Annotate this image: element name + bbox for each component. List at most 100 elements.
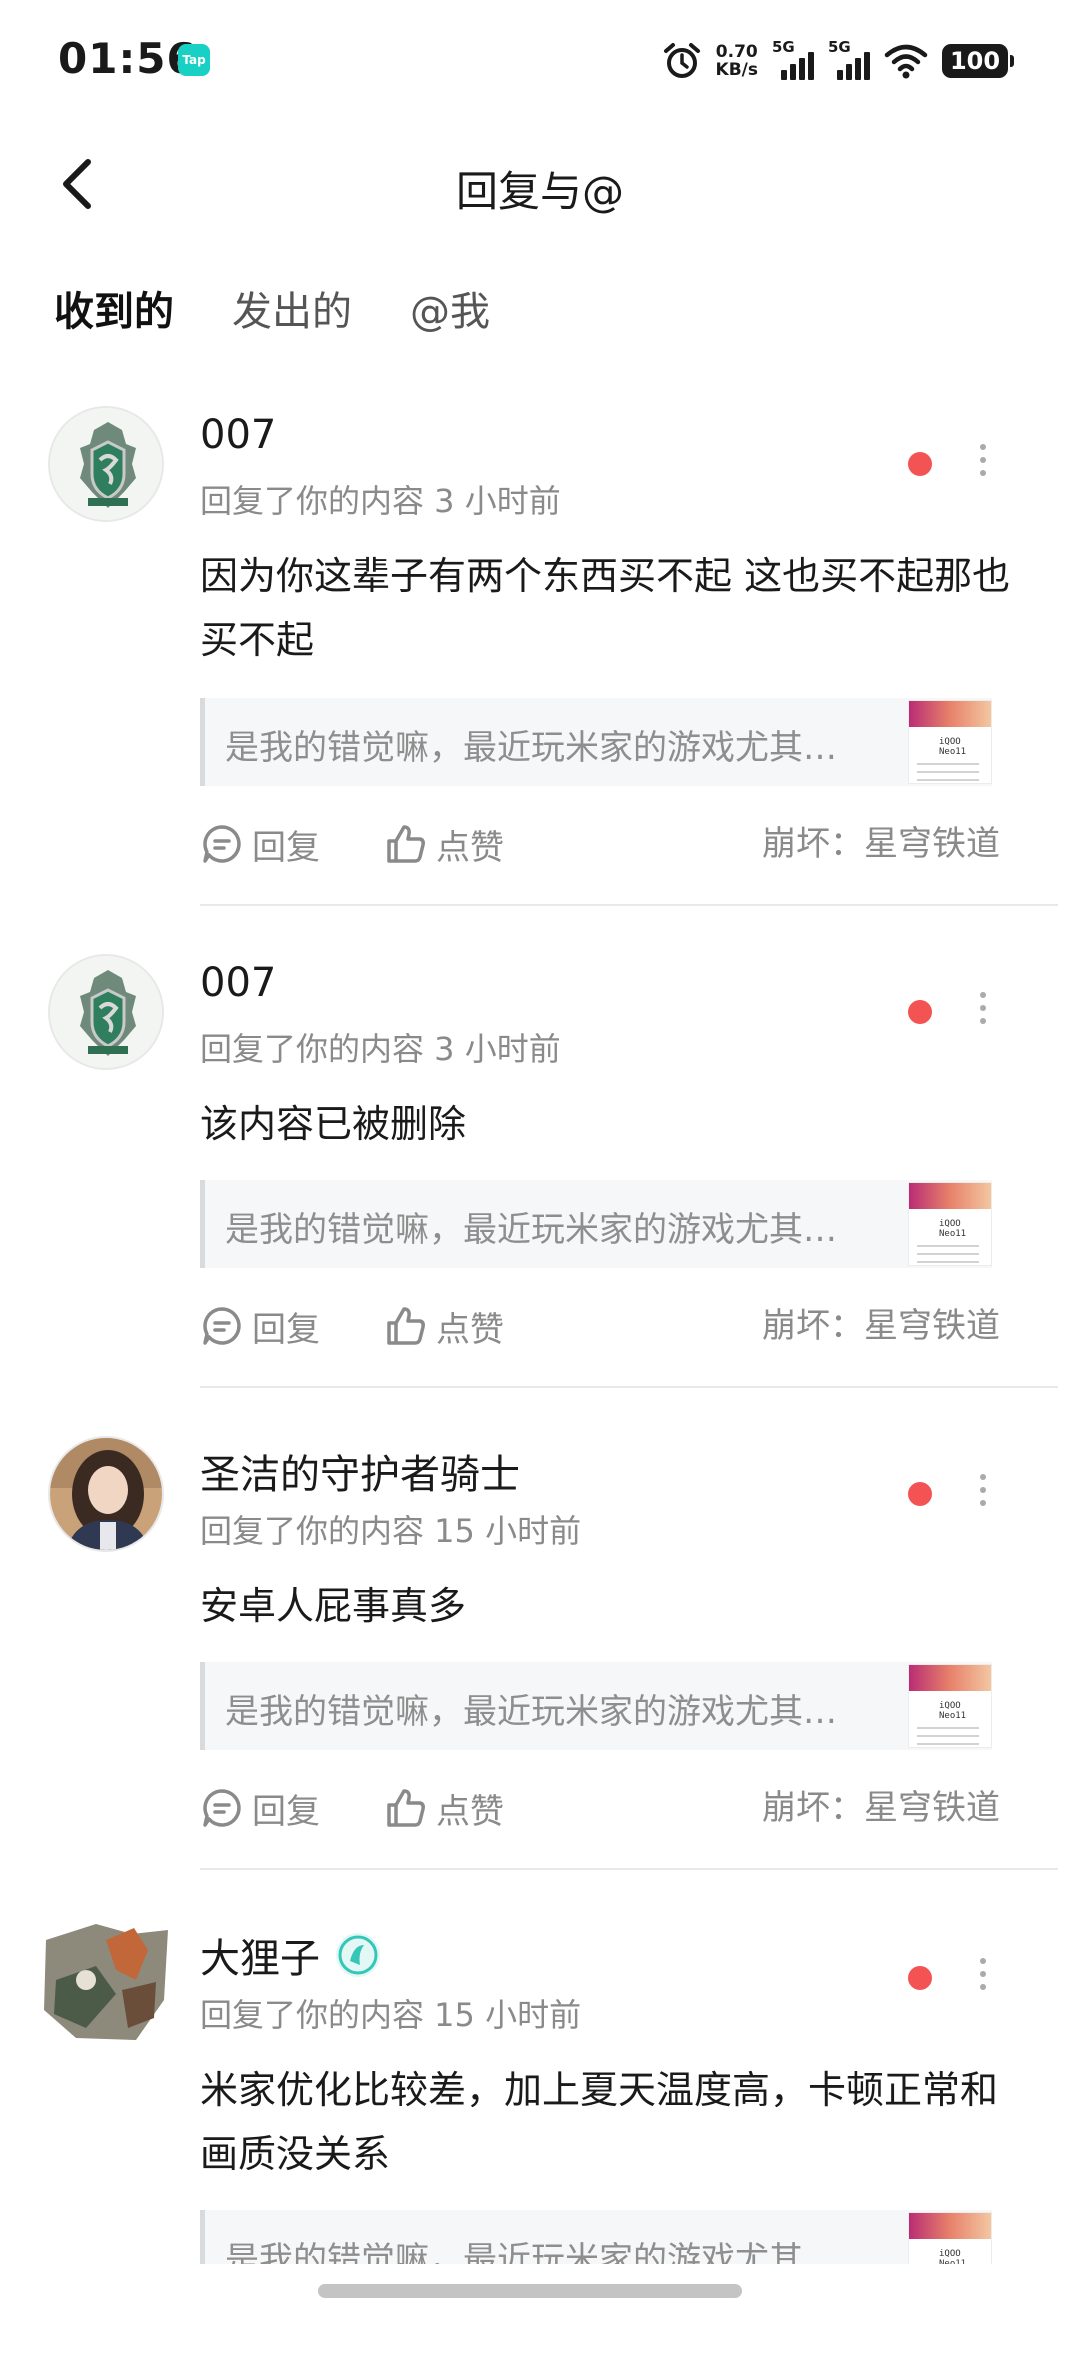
more-vertical-icon[interactable]	[975, 1474, 991, 1514]
quoted-post-thumbnail: iQOO Neo11	[908, 700, 992, 784]
quoted-post-thumbnail: iQOO Neo11	[908, 1664, 992, 1748]
photo-avatar	[50, 1438, 162, 1550]
user-name[interactable]: 007	[200, 960, 276, 1006]
battery-icon: 100	[942, 44, 1014, 78]
quoted-post[interactable]: 是我的错觉嘛，最近玩米家的游戏尤其… iQOO Neo11	[200, 1180, 992, 1268]
action-row: 回复 点赞 崩坏：星穹铁道	[200, 814, 1020, 874]
signal-icon: 5G	[772, 38, 814, 82]
user-name[interactable]: 大狸子	[200, 1926, 320, 1984]
reply-content: 安卓人屁事真多	[200, 1584, 467, 1628]
list-item[interactable]: 007 回复了你的内容 3 小时前 因为你这辈子有两个东西买不起 这也买不起那也…	[0, 400, 1080, 910]
avatar[interactable]	[48, 406, 164, 522]
thumbnail-label: iQOO Neo11	[939, 1219, 967, 1239]
thumbnail-label: iQOO Neo11	[939, 1701, 967, 1721]
action-row: 回复 点赞 崩坏：星穹铁道	[200, 1296, 1020, 1356]
status-icons: 0.70 KB/s 5G 5G 100	[662, 36, 1014, 86]
like-label: 点赞	[436, 1791, 504, 1832]
tab-bar: 收到的 发出的 @我	[54, 282, 490, 362]
unread-dot	[908, 1000, 932, 1024]
reply-button[interactable]: 回复	[200, 814, 320, 874]
quoted-post-thumbnail: iQOO Neo11	[908, 1182, 992, 1266]
name-row: 007	[200, 960, 276, 1006]
reply-button[interactable]: 回复	[200, 1296, 320, 1356]
quoted-post-text: 是我的错觉嘛，最近玩米家的游戏尤其…	[225, 2240, 837, 2264]
reply-label: 回复	[252, 1791, 320, 1832]
avatar[interactable]	[36, 1910, 176, 2050]
list-item[interactable]: 大狸子 回复了你的内容 15 小时前 米家优化比较差，加上夏天温度高，卡顿正常和…	[0, 1910, 1080, 2264]
crest-avatar	[50, 956, 162, 1068]
crest-avatar	[50, 408, 162, 520]
game-tag[interactable]: 崩坏：星穹铁道	[762, 814, 1000, 874]
tab-sent[interactable]: 发出的	[232, 282, 352, 342]
user-name[interactable]: 007	[200, 412, 276, 458]
like-label: 点赞	[436, 827, 504, 868]
tab-mentions[interactable]: @我	[410, 282, 490, 342]
action-row: 回复 点赞 崩坏：星穹铁道	[200, 1778, 1020, 1838]
art-avatar	[36, 1910, 176, 2050]
comment-icon	[203, 825, 241, 863]
divider	[200, 1868, 1058, 1870]
name-row: 大狸子	[200, 1926, 382, 1984]
thumbnail-label: iQOO Neo11	[939, 737, 967, 757]
list-item[interactable]: 007 回复了你的内容 3 小时前 该内容已被删除 是我的错觉嘛，最近玩米家的游…	[0, 948, 1080, 1434]
unread-dot	[908, 452, 932, 476]
tab-received-label: 收到的	[54, 289, 174, 335]
unread-dot	[908, 1966, 932, 1990]
reply-content: 因为你这辈子有两个东西买不起 这也买不起那也买不起	[200, 554, 1011, 662]
like-label: 点赞	[436, 1309, 504, 1350]
tap-app-icon: Tap	[178, 44, 210, 76]
thumbnail-label: iQOO Neo11	[939, 2249, 967, 2264]
thumbs-up-icon	[387, 1789, 425, 1827]
reply-button[interactable]: 回复	[200, 1778, 320, 1838]
quoted-post[interactable]: 是我的错觉嘛，最近玩米家的游戏尤其… iQOO Neo11	[200, 698, 992, 786]
home-indicator[interactable]	[318, 2284, 742, 2298]
reply-meta: 回复了你的内容 15 小时前	[200, 1996, 582, 2034]
network-speed: 0.70 KB/s	[716, 43, 758, 79]
avatar[interactable]	[48, 1436, 164, 1552]
reply-label: 回复	[252, 1309, 320, 1350]
tab-mentions-label: @我	[410, 289, 490, 335]
like-button[interactable]: 点赞	[384, 814, 504, 874]
divider	[200, 1386, 1058, 1388]
reply-meta: 回复了你的内容 3 小时前	[200, 482, 561, 520]
name-row: 007	[200, 412, 276, 458]
game-tag[interactable]: 崩坏：星穹铁道	[762, 1778, 1000, 1838]
wifi-icon	[884, 44, 928, 79]
tab-sent-label: 发出的	[232, 289, 352, 335]
verified-icon	[336, 1933, 380, 1977]
alarm-icon	[663, 43, 700, 78]
divider	[200, 904, 1058, 906]
comment-icon	[203, 1307, 241, 1345]
reply-meta: 回复了你的内容 3 小时前	[200, 1030, 561, 1068]
tab-received[interactable]: 收到的	[54, 282, 174, 342]
name-row: 圣洁的守护者骑士	[200, 1442, 520, 1500]
quoted-post[interactable]: 是我的错觉嘛，最近玩米家的游戏尤其… iQOO Neo11	[200, 1662, 992, 1750]
more-vertical-icon[interactable]	[975, 444, 991, 484]
user-name[interactable]: 圣洁的守护者骑士	[200, 1442, 520, 1500]
more-vertical-icon[interactable]	[975, 992, 991, 1032]
avatar[interactable]	[48, 954, 164, 1070]
comment-icon	[203, 1789, 241, 1827]
game-tag[interactable]: 崩坏：星穹铁道	[762, 1296, 1000, 1356]
reply-label: 回复	[252, 827, 320, 868]
reply-meta: 回复了你的内容 15 小时前	[200, 1512, 582, 1550]
quoted-post-thumbnail: iQOO Neo11	[908, 2212, 992, 2264]
network-speed-unit: KB/s	[715, 60, 758, 80]
status-bar: 01:56 Tap 0.70 KB/s 5G 5G 100	[0, 0, 1080, 120]
thumbs-up-icon	[387, 1307, 425, 1345]
more-vertical-icon[interactable]	[975, 1958, 991, 1998]
quoted-post-text: 是我的错觉嘛，最近玩米家的游戏尤其…	[225, 1692, 837, 1732]
like-button[interactable]: 点赞	[384, 1778, 504, 1838]
top-app-bar: 回复与@	[0, 130, 1080, 240]
reply-content: 该内容已被删除	[200, 1102, 467, 1146]
like-button[interactable]: 点赞	[384, 1296, 504, 1356]
thumbs-up-icon	[387, 825, 425, 863]
quoted-post-text: 是我的错觉嘛，最近玩米家的游戏尤其…	[225, 1210, 837, 1250]
quoted-post[interactable]: 是我的错觉嘛，最近玩米家的游戏尤其… iQOO Neo11	[200, 2210, 992, 2264]
status-time: 01:56	[58, 34, 197, 83]
list-item[interactable]: 圣洁的守护者骑士 回复了你的内容 15 小时前 安卓人屁事真多 是我的错觉嘛，最…	[0, 1430, 1080, 1916]
signal-icon: 5G	[828, 38, 870, 82]
reply-content: 米家优化比较差，加上夏天温度高，卡顿正常和画质没关系	[200, 2068, 999, 2176]
quoted-post-text: 是我的错觉嘛，最近玩米家的游戏尤其…	[225, 728, 837, 768]
unread-dot	[908, 1482, 932, 1506]
